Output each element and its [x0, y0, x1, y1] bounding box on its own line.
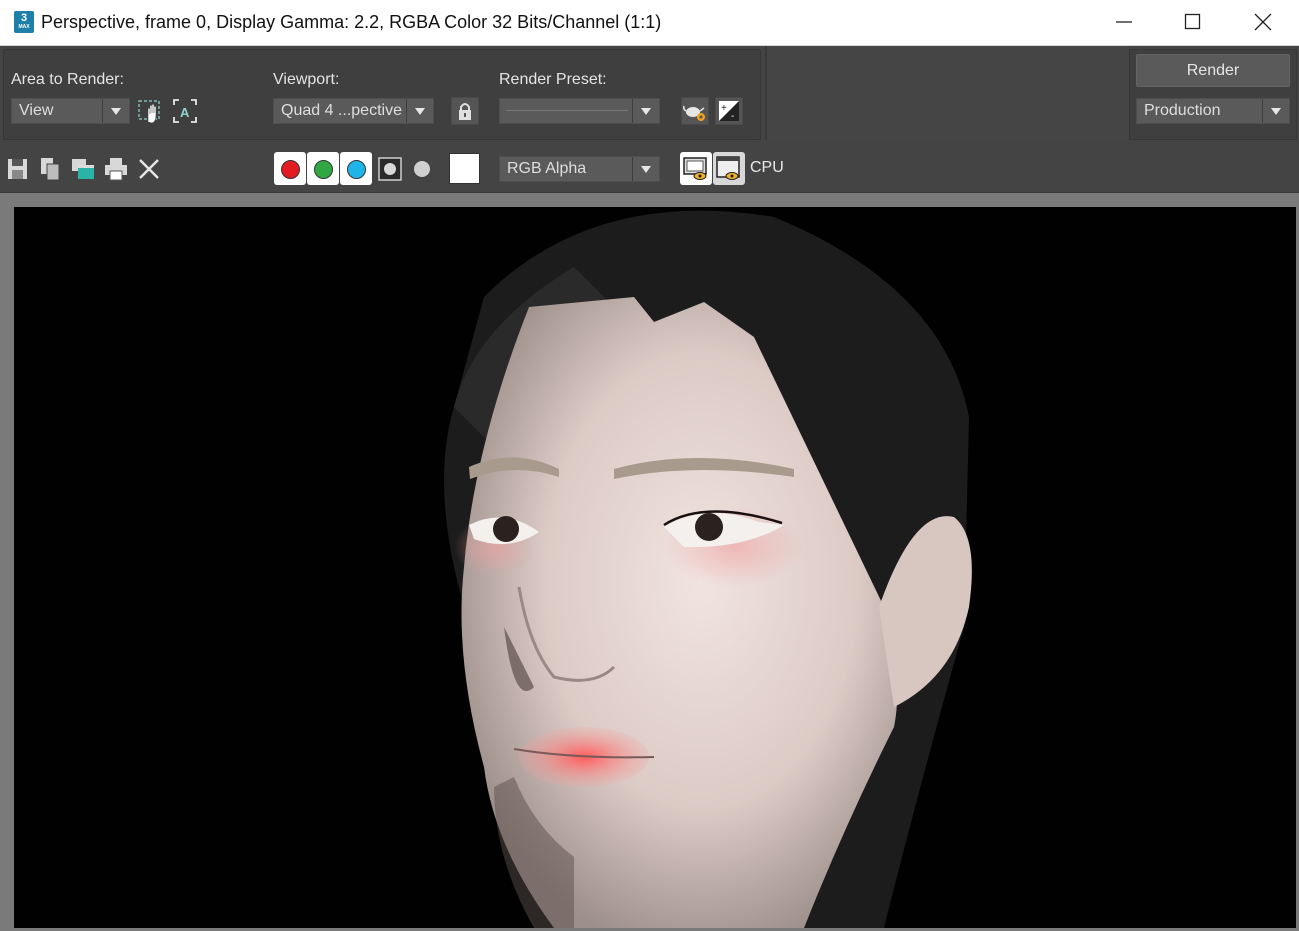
- display-toggle-1[interactable]: [680, 152, 712, 185]
- window-title: Perspective, frame 0, Display Gamma: 2.2…: [41, 12, 662, 32]
- close-icon: [1254, 13, 1272, 31]
- svg-text:+: +: [721, 103, 727, 114]
- chevron-down-icon: [102, 99, 129, 123]
- print-image-button[interactable]: [103, 156, 129, 182]
- svg-text:-: -: [731, 111, 734, 122]
- clone-window-icon: [72, 159, 94, 179]
- render-preset-label: Render Preset:: [499, 71, 607, 88]
- copy-image-button[interactable]: [38, 156, 64, 182]
- chevron-down-icon: [632, 157, 659, 181]
- chevron-down-icon: [632, 99, 659, 123]
- channel-display-dropdown[interactable]: RGB Alpha: [499, 156, 660, 182]
- clone-frame-button[interactable]: [70, 156, 96, 182]
- exposure-control-button[interactable]: + -: [715, 97, 743, 125]
- display-toggle-2[interactable]: [713, 152, 745, 185]
- lock-viewport-button[interactable]: [451, 97, 479, 125]
- minimize-button[interactable]: [1093, 0, 1155, 45]
- viewport-value: Quad 4 ...pective: [281, 102, 402, 119]
- chevron-down-icon: [1262, 99, 1289, 123]
- green-channel-icon: [314, 160, 333, 179]
- lock-icon: [459, 103, 471, 120]
- area-to-render-dropdown[interactable]: View: [11, 98, 130, 124]
- green-channel-toggle[interactable]: [307, 152, 339, 185]
- area-to-render-label: Area to Render:: [11, 71, 124, 88]
- maximize-icon: [1184, 13, 1201, 30]
- print-icon: [105, 158, 127, 181]
- red-channel-icon: [281, 160, 300, 179]
- chevron-down-icon: [406, 99, 433, 123]
- blue-channel-icon: [347, 160, 366, 179]
- render-setup-button[interactable]: [681, 97, 709, 125]
- render-image: [444, 210, 972, 928]
- renderer-label: CPU: [750, 159, 784, 176]
- close-button[interactable]: [1232, 0, 1294, 45]
- save-icon: [8, 159, 27, 179]
- render-mode-value: Production: [1144, 102, 1221, 119]
- exposure-icon: + -: [719, 101, 739, 122]
- maximize-button[interactable]: [1162, 0, 1224, 45]
- viewport-dropdown[interactable]: Quad 4 ...pective: [273, 98, 434, 124]
- rendered-image: [14, 207, 1296, 928]
- svg-text:A: A: [180, 105, 190, 120]
- viewport-label: Viewport:: [273, 71, 340, 88]
- hand-region-icon: [138, 100, 160, 124]
- auto-region-button[interactable]: A: [171, 97, 199, 125]
- render-settings-panel: [3, 49, 761, 140]
- copy-icon: [41, 158, 60, 181]
- auto-region-icon: A: [173, 99, 197, 123]
- blue-channel-toggle[interactable]: [340, 152, 372, 185]
- area-to-render-value: View: [19, 102, 54, 119]
- red-channel-toggle[interactable]: [274, 152, 306, 185]
- color-swatch[interactable]: [449, 153, 480, 184]
- monitor-eye-icon: [683, 157, 707, 180]
- alpha-channel-icon: [378, 157, 402, 181]
- alpha-channel-toggle[interactable]: [377, 156, 403, 182]
- channel-display-value: RGB Alpha: [507, 160, 587, 177]
- teapot-gear-icon: [683, 105, 705, 121]
- preset-separator: [506, 110, 628, 111]
- render-mode-dropdown[interactable]: Production: [1136, 98, 1290, 124]
- monochrome-icon: [414, 161, 430, 177]
- window-eye-icon: [716, 156, 740, 180]
- render-button[interactable]: Render: [1136, 54, 1290, 87]
- title-bar: 3 MAX Perspective, frame 0, Display Gamm…: [0, 0, 1299, 46]
- save-image-button[interactable]: [5, 156, 31, 182]
- render-preset-dropdown[interactable]: [499, 98, 660, 124]
- 3dsmax-app-icon: 3 MAX: [14, 11, 34, 33]
- monochrome-toggle[interactable]: [409, 156, 435, 182]
- minimize-icon: [1116, 21, 1132, 23]
- edit-region-button[interactable]: [137, 97, 165, 125]
- panel-spacer: [765, 46, 1129, 140]
- close-x-icon: [139, 159, 159, 179]
- clear-image-button[interactable]: [136, 156, 162, 182]
